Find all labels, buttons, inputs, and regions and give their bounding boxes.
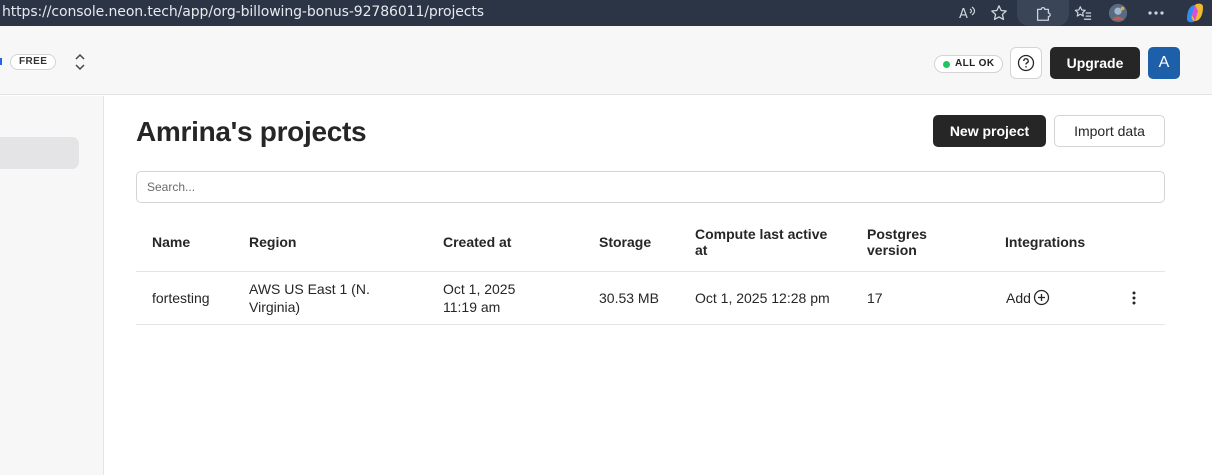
row-actions-menu-button[interactable]: [1126, 288, 1142, 308]
project-region-line1: AWS US East 1 (N.: [249, 281, 370, 297]
column-header-storage[interactable]: Storage: [599, 234, 651, 250]
read-aloud-icon[interactable]: A: [958, 3, 978, 23]
address-bar[interactable]: https://console.neon.tech/app/org-billow…: [2, 4, 484, 20]
column-header-created[interactable]: Created at: [443, 234, 511, 250]
kebab-menu-icon: [1132, 291, 1136, 305]
user-avatar[interactable]: A: [1148, 47, 1180, 79]
import-data-button[interactable]: Import data: [1054, 115, 1165, 147]
org-logo-edge: [0, 58, 2, 65]
column-header-postgres-line2: version: [867, 242, 917, 258]
project-compute-last-active: Oct 1, 2025 12:28 pm: [695, 290, 830, 306]
status-badge[interactable]: ALL OK: [934, 55, 1004, 73]
project-storage: 30.53 MB: [599, 290, 659, 306]
new-project-button[interactable]: New project: [933, 115, 1046, 147]
chevron-updown-icon[interactable]: [72, 50, 88, 74]
plan-badge: FREE: [10, 54, 57, 70]
column-header-name[interactable]: Name: [152, 234, 190, 250]
column-header-postgres[interactable]: Postgres version: [867, 226, 927, 258]
project-region-line2: Virginia): [249, 299, 301, 315]
column-header-region[interactable]: Region: [249, 234, 296, 250]
favorite-star-icon[interactable]: [989, 3, 1009, 23]
app-header: FREE ALL OK Upgrade A: [0, 26, 1212, 95]
add-integration-label: Add: [1006, 289, 1031, 306]
project-created-line2: 11:19 am: [443, 299, 501, 315]
sidebar: [0, 96, 104, 475]
status-dot-icon: [943, 61, 950, 68]
table-row[interactable]: fortesting AWS US East 1 (N. Virginia) O…: [136, 272, 1165, 325]
help-button[interactable]: [1010, 47, 1042, 79]
more-menu-icon[interactable]: [1146, 3, 1166, 23]
copilot-icon[interactable]: [1183, 1, 1207, 25]
upgrade-button[interactable]: Upgrade: [1050, 47, 1140, 79]
column-header-postgres-line1: Postgres: [867, 226, 927, 242]
plus-circle-icon: [1033, 289, 1050, 306]
question-circle-icon: [1017, 54, 1035, 72]
project-created-line1: Oct 1, 2025: [443, 281, 516, 297]
table-header: Name Region Created at Storage Compute l…: [136, 218, 1165, 272]
column-header-compute-line2: at: [695, 242, 708, 258]
project-created: Oct 1, 2025 11:19 am: [443, 280, 515, 316]
search-input[interactable]: [136, 171, 1165, 203]
svg-text:A: A: [959, 7, 968, 21]
extensions-puzzle-icon[interactable]: [1033, 3, 1053, 23]
project-name-link[interactable]: fortesting: [152, 289, 210, 307]
sidebar-item-projects[interactable]: [0, 137, 79, 169]
browser-toolbar: https://console.neon.tech/app/org-billow…: [0, 0, 1212, 26]
status-label: ALL OK: [955, 58, 995, 69]
favorites-list-icon[interactable]: [1073, 3, 1093, 23]
column-header-integrations: Integrations: [1005, 234, 1086, 250]
add-integration-button[interactable]: Add: [1006, 289, 1050, 306]
column-header-compute[interactable]: Compute last active at: [695, 226, 827, 258]
page-title: Amrina's projects: [136, 116, 367, 147]
project-postgres-version: 17: [867, 290, 883, 306]
project-region: AWS US East 1 (N. Virginia): [249, 280, 370, 316]
column-header-compute-line1: Compute last active: [695, 226, 828, 242]
profile-avatar-icon[interactable]: [1108, 3, 1128, 23]
